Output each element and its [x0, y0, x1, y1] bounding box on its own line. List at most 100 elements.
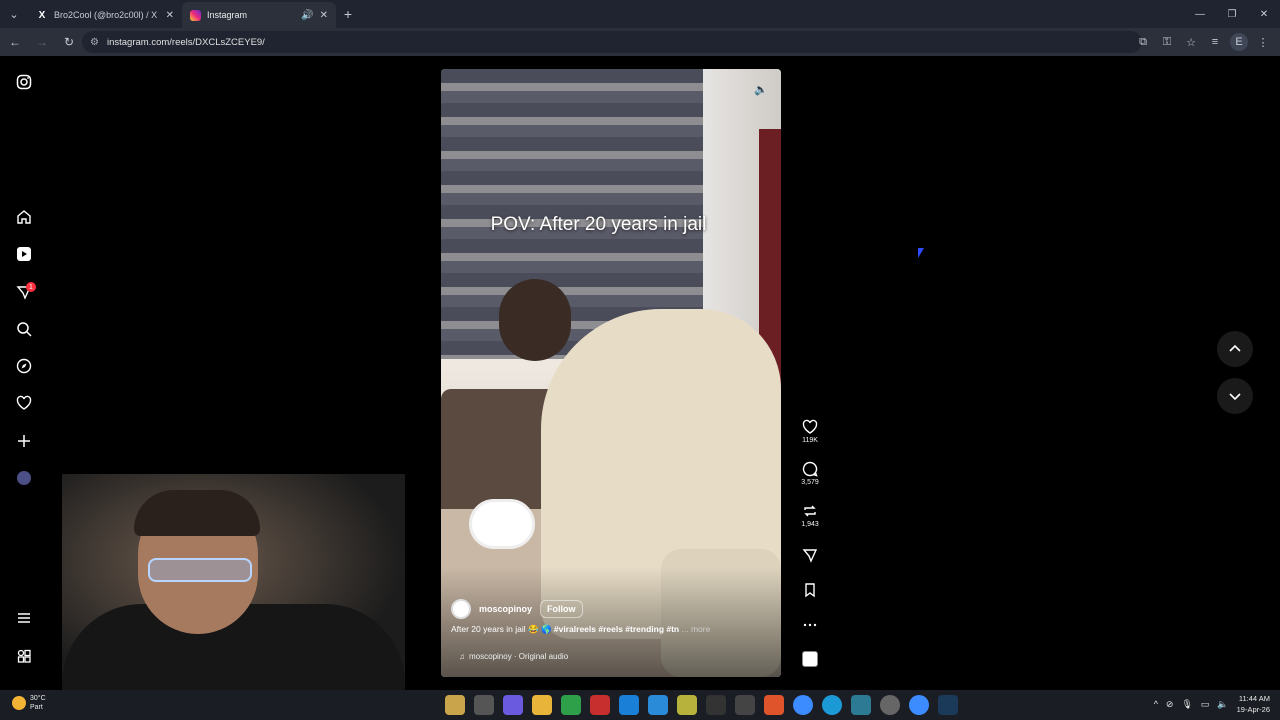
weather-note: Part [30, 704, 43, 711]
app-yellow-icon[interactable] [677, 695, 697, 715]
chrome-icon[interactable] [793, 695, 813, 715]
tab-instagram[interactable]: Instagram 🔊 ✕ [182, 2, 336, 28]
instagram-page: 1 POV: After 20 years in jail 🔈 moscopin… [0, 56, 1280, 690]
volume-icon[interactable]: 🔈 [1217, 699, 1228, 710]
store-icon[interactable] [619, 695, 639, 715]
obs-icon[interactable] [880, 695, 900, 715]
bookmark-star-icon[interactable]: ☆ [1182, 33, 1200, 51]
toolbar-buttons: ⧉ ⚿ ☆ ≡ E ⋮ [1134, 33, 1272, 51]
app-v-icon[interactable] [706, 695, 726, 715]
task-view-icon[interactable] [474, 695, 494, 715]
minimize-icon[interactable]: — [1184, 0, 1216, 28]
bookmark-icon [805, 583, 815, 598]
like-button[interactable]: 119K [796, 419, 824, 444]
share-button[interactable] [796, 547, 824, 563]
reload-icon[interactable]: ↻ [57, 30, 81, 54]
display-icon[interactable]: ▭ [1201, 699, 1210, 710]
explore-icon[interactable] [14, 356, 34, 376]
reel-overlay-text: POV: After 20 years in jail [490, 214, 707, 235]
clock[interactable]: 11:44 AM 19-Apr-26 [1237, 693, 1270, 715]
close-window-icon[interactable]: ✕ [1248, 0, 1280, 28]
close-tab-icon[interactable]: ✕ [166, 10, 174, 21]
steam-icon[interactable] [938, 695, 958, 715]
start-icon[interactable] [445, 695, 465, 715]
edge-icon[interactable] [822, 695, 842, 715]
chrome-active-icon[interactable] [909, 695, 929, 715]
clock-date: 19-Apr-26 [1236, 705, 1270, 714]
site-info-icon[interactable]: ⚙ [90, 37, 99, 48]
repost-count: 1,943 [801, 521, 819, 528]
owner-username[interactable]: moscopinoy [479, 604, 532, 614]
maximize-icon[interactable]: ❐ [1216, 0, 1248, 28]
audio-label: moscopinoy · Original audio [469, 652, 569, 661]
app-dark-icon[interactable] [735, 695, 755, 715]
install-app-icon[interactable]: ⧉ [1134, 33, 1152, 51]
video-bowl [469, 499, 535, 549]
reel-audio[interactable]: ♫ moscopinoy · Original audio [459, 652, 568, 661]
home-icon[interactable] [14, 207, 34, 227]
microphone-icon[interactable]: 🎙 [1181, 699, 1192, 710]
repost-button[interactable]: 1,943 [796, 503, 824, 528]
address-bar-row: ← → ↻ ⚙ instagram.com/reels/DXCLsZCEYE9/… [0, 28, 1280, 56]
notepad-icon[interactable] [648, 695, 668, 715]
tab-title: Bro2Cool (@bro2c00l) / X [54, 10, 158, 20]
profile-avatar-icon[interactable]: E [1230, 33, 1248, 51]
profile-avatar[interactable] [14, 468, 34, 488]
brave-icon[interactable] [764, 695, 784, 715]
back-icon[interactable]: ← [3, 30, 27, 54]
reels-icon[interactable] [14, 244, 34, 264]
heart-icon [802, 419, 818, 434]
next-reel-button[interactable] [1217, 378, 1253, 414]
more-menu-icon[interactable] [14, 608, 34, 628]
create-icon[interactable] [14, 431, 34, 451]
app-teal-icon[interactable] [851, 695, 871, 715]
forward-icon[interactable]: → [30, 30, 54, 54]
repost-icon [804, 505, 816, 517]
xbox-icon[interactable] [561, 695, 581, 715]
url-text: instagram.com/reels/DXCLsZCEYE9/ [106, 36, 265, 48]
close-tab-icon[interactable]: ✕ [320, 10, 328, 21]
video-person-head [499, 279, 571, 361]
reel-video[interactable]: POV: After 20 years in jail 🔈 moscopinoy… [441, 69, 781, 677]
weather-sun-icon [12, 696, 26, 710]
weather-widget[interactable]: 30°C Part [12, 694, 46, 712]
network-icon[interactable]: ⊘ [1166, 699, 1174, 710]
system-tray: ^ ⊘ 🎙 ▭ 🔈 11:44 AM 19-Apr-26 [1154, 693, 1270, 715]
sound-toggle-icon[interactable]: 🔈 [751, 79, 771, 99]
media-control-icon[interactable]: ≡ [1206, 33, 1224, 51]
tab-audio-icon[interactable]: 🔊 [301, 10, 313, 21]
password-key-icon[interactable]: ⚿ [1158, 33, 1176, 51]
browser-menu-icon[interactable]: ⋮ [1254, 33, 1272, 51]
tab-title: Instagram [207, 10, 248, 20]
tab-search-icon[interactable]: ⌄ [0, 0, 28, 28]
music-note-icon: ♫ [459, 652, 465, 661]
owner-avatar[interactable] [451, 599, 471, 619]
meta-apps-icon[interactable] [14, 646, 34, 666]
browser-tab-strip: ⌄ X Bro2Cool (@bro2c00l) / X ✕ Instagram… [0, 0, 1280, 28]
audio-thumbnail[interactable] [796, 651, 824, 667]
search-icon[interactable] [14, 319, 34, 339]
clock-time: 11:44 AM [1238, 694, 1270, 703]
tray-expand-icon[interactable]: ^ [1154, 699, 1158, 709]
save-button[interactable] [796, 582, 824, 598]
more-options-button[interactable] [796, 617, 824, 633]
comment-icon [802, 461, 818, 477]
follow-button[interactable]: Follow [540, 600, 583, 618]
new-tab-button[interactable]: + [336, 6, 360, 22]
previous-reel-button[interactable] [1217, 331, 1253, 367]
more-link[interactable]: ... more [682, 624, 711, 634]
app-red-icon[interactable] [590, 695, 610, 715]
copilot-icon[interactable] [503, 695, 523, 715]
caption-text: After 20 years in jail 😂 🌎 [451, 624, 552, 634]
file-explorer-icon[interactable] [532, 695, 552, 715]
webcam-glasses [148, 558, 252, 582]
caption-hashtags[interactable]: #viralreels #reels #trending #tn [554, 624, 679, 634]
chevron-up-icon [1229, 344, 1241, 352]
tab-x[interactable]: X Bro2Cool (@bro2c00l) / X ✕ [28, 2, 182, 28]
notifications-icon[interactable] [14, 393, 34, 413]
url-field[interactable]: ⚙ instagram.com/reels/DXCLsZCEYE9/ [82, 31, 1142, 53]
comment-button[interactable]: 3,579 [796, 461, 824, 486]
webcam-hair [134, 490, 260, 536]
reel-owner: moscopinoy Follow [451, 599, 583, 619]
instagram-logo-icon[interactable] [14, 72, 34, 92]
